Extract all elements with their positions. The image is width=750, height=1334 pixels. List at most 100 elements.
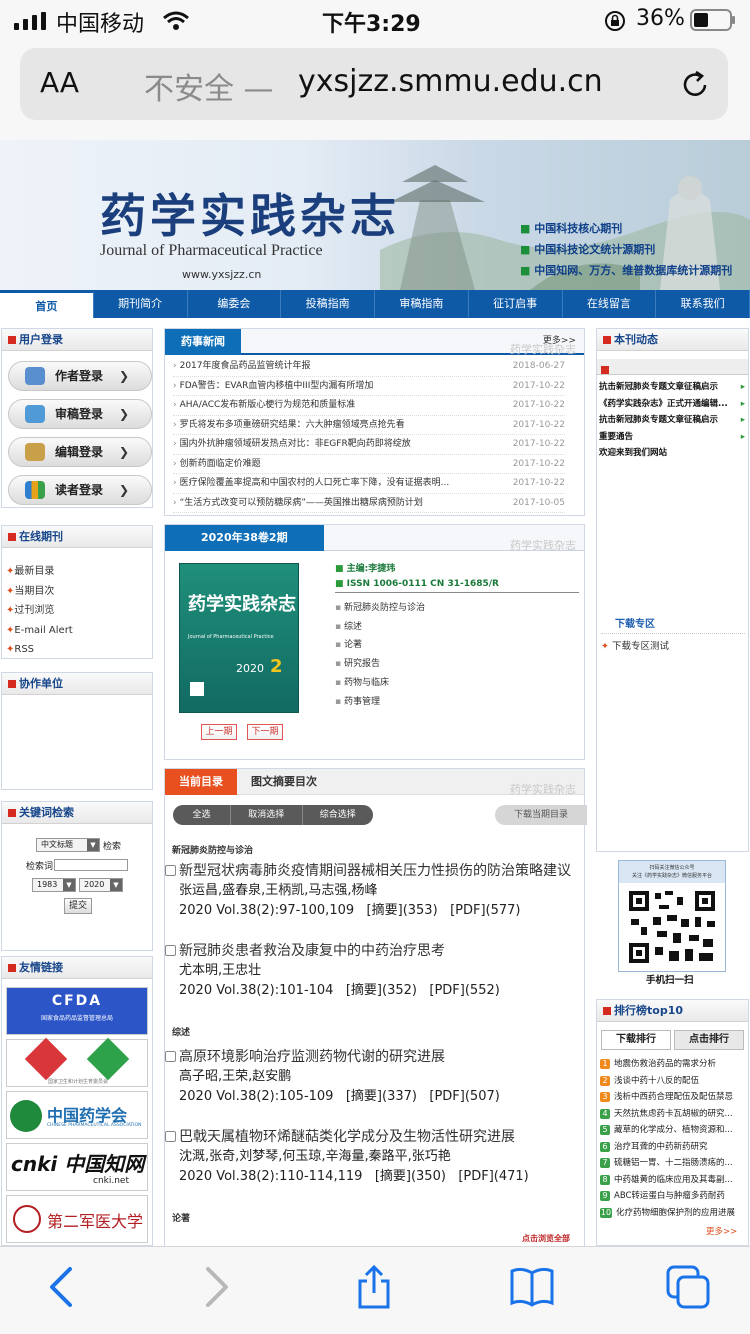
dynamics-item[interactable]: 《药学实践杂志》正式开通编辑... ▸ (599, 396, 745, 413)
news-item[interactable]: › 创新药面临定价难题 2017-10-22 (173, 455, 565, 474)
pdf-link[interactable]: [PDF](507) (429, 1089, 499, 1104)
abstract-link[interactable]: [摘要](350) (375, 1169, 446, 1184)
ranking-item[interactable]: 9 ABC转运蛋白与肿瘤多药耐药 (600, 1188, 746, 1204)
ranking-item[interactable]: 10 化疗药物细胞保护剂的应用进展 (600, 1205, 746, 1221)
reviewer-login-button[interactable]: 审稿登录 ❯ (8, 399, 152, 429)
next-issue-button[interactable]: 下一期 (247, 724, 283, 740)
article-title[interactable]: 新型冠状病毒肺炎疫情期间器械相关压力性损伤的防治策略建议 (165, 861, 585, 881)
bookmarks-icon[interactable] (508, 1265, 556, 1309)
browser-toolbar (0, 1246, 750, 1334)
download-toc-button[interactable]: 下载当期目录 (495, 805, 587, 825)
nav-review-guide[interactable]: 审稿指南 (375, 290, 469, 318)
ranking-item[interactable]: 6 治疗耳聋的中药新药研究 (600, 1139, 746, 1155)
ranking-item[interactable]: 2 浅谈中药十八反的配伍 (600, 1073, 746, 1089)
news-item[interactable]: › 国内外抗肿瘤领域研发热点对比：非EGFR靶向药即将绽放 2017-10-22 (173, 435, 565, 455)
news-item[interactable]: › “生活方式改变可以预防糖尿病”——英国推出糖尿病预防计划 2017-10-05 (173, 494, 565, 513)
article-title[interactable]: 新冠肺炎患者救治及康复中的中药治疗思考 (165, 941, 585, 961)
prev-issue-button[interactable]: 上一期 (201, 724, 237, 740)
search-field-select[interactable]: 中文标题 ▼ (36, 838, 100, 852)
news-item[interactable]: › 罗氏将发布多项重磅研究结果：六大肿瘤领域亮点抢先看 2017-10-22 (173, 416, 565, 435)
url-bar[interactable]: AA 不安全 — yxsjzz.smmu.edu.cn (20, 48, 728, 120)
abstract-link[interactable]: [摘要](353) (367, 903, 438, 918)
link-past-issues[interactable]: ✦过刊浏览 (6, 601, 73, 621)
article-title[interactable]: 高原环境影响治疗监测药物代谢的研究进展 (165, 1047, 585, 1067)
news-item[interactable]: › FDA警告：EVAR血管内移植中III型内漏有所增加 2017-10-22 (173, 377, 565, 396)
pdf-link[interactable]: [PDF](577) (450, 903, 520, 918)
year-to-select[interactable]: 2020 ▼ (79, 878, 123, 892)
category-link[interactable]: ▪ 综述 (335, 618, 425, 637)
category-link[interactable]: ▪ 研究报告 (335, 655, 425, 674)
nav-subscription[interactable]: 征订启事 (469, 290, 563, 318)
article-checkbox[interactable] (165, 945, 176, 956)
ranking-item[interactable]: 1 地震伤救治药品的需求分析 (600, 1056, 746, 1072)
link-rss[interactable]: ✦RSS (6, 640, 73, 660)
url-domain[interactable]: yxsjzz.smmu.edu.cn (298, 64, 603, 99)
category-link[interactable]: ▪ 论著 (335, 636, 425, 655)
tab-download-ranking[interactable]: 下载排行 (601, 1030, 671, 1050)
cpa-logo[interactable]: 中国药学会 CHINESE PHARMACEUTICAL ASSOCIATION (6, 1091, 148, 1139)
forward-icon[interactable] (196, 1265, 236, 1309)
cfda-logo[interactable]: CFDA 国家食品药品监督管理总局 (6, 987, 148, 1035)
tabs-icon[interactable] (664, 1265, 712, 1309)
reload-icon[interactable] (678, 68, 712, 102)
search-submit-button[interactable]: 提交 (64, 898, 92, 914)
pdf-link[interactable]: [PDF](552) (429, 983, 499, 998)
link-current-issue[interactable]: ✦当期目次 (6, 582, 73, 602)
article-checkbox[interactable] (165, 865, 176, 876)
text-size-button[interactable]: AA (40, 66, 79, 99)
abstract-link[interactable]: [摘要](352) (346, 983, 417, 998)
dynamics-item[interactable]: 重要通告 ▸ (599, 429, 745, 446)
journal-cover[interactable]: 药学实践杂志 Journal of Pharmaceutical Practic… (179, 563, 299, 713)
dynamics-item[interactable]: 欢迎来到我们网站 (599, 445, 745, 462)
nav-editorial-board[interactable]: 编委会 (188, 290, 282, 318)
nav-message[interactable]: 在线留言 (563, 290, 657, 318)
select-all-button[interactable]: 全选 (173, 805, 232, 825)
ranking-item[interactable]: 7 硫糖铝一胃、十二指肠溃疡的... (600, 1155, 746, 1171)
news-item[interactable]: › AHA/ACC发布新版心梗行为规范和质量标准 2017-10-22 (173, 396, 565, 416)
link-latest-toc[interactable]: ✦最新目录 (6, 562, 73, 582)
category-link[interactable]: ▪ 药事管理 (335, 693, 425, 712)
news-tab[interactable]: 药事新闻 (165, 329, 241, 355)
ranking-item[interactable]: 3 浅析中西药合理配伍及配伍禁忌 (600, 1089, 746, 1105)
year-from-select[interactable]: 1983 ▼ (32, 878, 76, 892)
link-email-alert[interactable]: ✦E-mail Alert (6, 621, 73, 641)
dynamics-item[interactable]: 抗击新冠肺炎专题文章征稿启示 ▸ (599, 379, 745, 396)
pdf-link[interactable]: [PDF](471) (458, 1169, 528, 1184)
combined-select-button[interactable]: 综合选择 (303, 805, 373, 825)
category-link[interactable]: ▪ 新冠肺炎防控与诊治 (335, 599, 425, 618)
article-title[interactable]: 巴戟天属植物环烯醚萜类化学成分及生物活性研究进展 (165, 1127, 585, 1147)
author-login-button[interactable]: 作者登录 ❯ (8, 361, 152, 391)
category-link[interactable]: ▪ 药物与临床 (335, 674, 425, 693)
news-item[interactable]: › 医疗保险覆盖率提高和中国农村的人口死亡率下降，没有证据表明... 2017-10… (173, 474, 565, 494)
editor-login-button[interactable]: 编辑登录 ❯ (8, 437, 152, 467)
article-checkbox[interactable] (165, 1131, 176, 1142)
share-icon[interactable] (354, 1264, 394, 1309)
back-icon[interactable] (42, 1265, 82, 1309)
article-checkbox[interactable] (165, 1051, 176, 1062)
news-item[interactable]: › 2017年度食品药品监管统计年报 2018-06-27 (173, 357, 565, 377)
ranking-more-link[interactable]: 更多>> (706, 1225, 737, 1237)
ranking-item[interactable]: 8 中药雄黄的临床应用及其毒副... (600, 1172, 746, 1188)
nav-submission-guide[interactable]: 投稿指南 (281, 290, 375, 318)
abstract-link[interactable]: [摘要](337) (346, 1089, 417, 1104)
nav-contact[interactable]: 联系我们 (656, 290, 750, 318)
nhfpc-logo[interactable]: 国家卫生和计划生育委员会 (6, 1037, 148, 1087)
deselect-button[interactable]: 取消选择 (231, 805, 303, 825)
smmu-logo[interactable]: 第二军医大学 (6, 1195, 148, 1243)
cnki-logo[interactable]: cnki 中国知网 cnki.net (6, 1143, 148, 1191)
browse-all-link[interactable]: 点击浏览全部 (522, 1233, 570, 1244)
download-zone-item[interactable]: ✦ 下载专区测试 (601, 633, 745, 652)
nav-home[interactable]: 首页 (0, 290, 94, 318)
signal-icon (14, 12, 48, 30)
ranking-item[interactable]: 4 天然抗焦虑药卡瓦胡椒的研究... (600, 1106, 746, 1122)
nav-journal-intro[interactable]: 期刊简介 (94, 290, 188, 318)
search-term-input[interactable] (54, 859, 128, 871)
dynamics-item[interactable]: 抗击新冠肺炎专题文章征稿启示 ▸ (599, 412, 745, 429)
tab-graphical-abstract[interactable]: 图文摘要目次 (251, 769, 317, 795)
issue-tab[interactable]: 2020年38卷2期 (165, 525, 324, 551)
tab-current-toc[interactable]: 当前目录 (165, 769, 237, 795)
reader-login-button[interactable]: 读者登录 ❯ (8, 475, 152, 505)
tab-click-ranking[interactable]: 点击排行 (674, 1030, 744, 1050)
ranking-item[interactable]: 5 藏草的化学成分、植物资源和... (600, 1122, 746, 1138)
cooperation-panel: 协作单位 (1, 672, 153, 790)
